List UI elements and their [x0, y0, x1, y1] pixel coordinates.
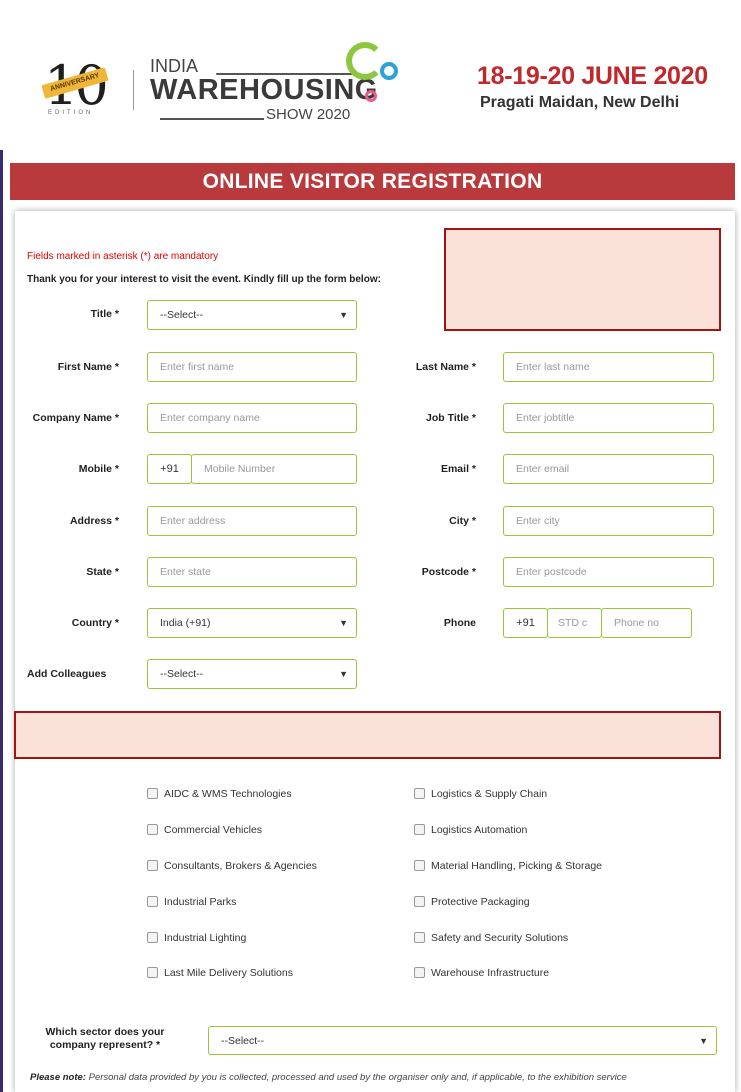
interest-item[interactable]: Commercial Vehicles: [147, 824, 262, 837]
checkbox-icon[interactable]: [147, 932, 158, 943]
state-input[interactable]: Enter state: [147, 557, 357, 587]
colleagues-select-value: --Select--: [160, 668, 204, 680]
pink-gear-icon: [365, 90, 377, 102]
address-input[interactable]: Enter address: [147, 506, 357, 536]
checkbox-icon[interactable]: [414, 824, 425, 835]
green-gear-icon: [346, 42, 384, 80]
sector-label-line2: company represent? *: [49, 1039, 161, 1051]
privacy-note: Please note: Personal data provided by y…: [30, 1072, 720, 1084]
country-label: Country *: [71, 617, 119, 629]
redacted-box-middle: [14, 711, 721, 759]
brand-line3: SHOW 2020: [266, 106, 351, 123]
last-name-input[interactable]: Enter last name: [503, 352, 714, 382]
interest-item[interactable]: Logistics & Supply Chain: [414, 788, 547, 801]
checkbox-icon[interactable]: [147, 967, 158, 978]
checkbox-icon[interactable]: [147, 896, 158, 907]
interest-item[interactable]: Last Mile Delivery Solutions: [147, 967, 293, 980]
interest-item[interactable]: Safety and Security Solutions: [414, 932, 568, 945]
checkbox-icon[interactable]: [147, 788, 158, 799]
city-input[interactable]: Enter city: [503, 506, 714, 536]
privacy-note-bold: Please note:: [30, 1072, 86, 1083]
job-title-label: Job Title *: [426, 412, 476, 424]
job-title-input[interactable]: Enter jobtitle: [503, 403, 714, 433]
company-label: Company Name *: [32, 412, 119, 424]
sector-label: Which sector does your company represent…: [30, 1026, 180, 1052]
postcode-label: Postcode *: [421, 566, 476, 578]
brand-line2: WAREHOUSING: [150, 74, 378, 106]
form-intro: Thank you for your interest to visit the…: [27, 274, 381, 285]
phone-std-input[interactable]: STD c: [547, 608, 602, 638]
checkbox-icon[interactable]: [414, 860, 425, 871]
interest-item[interactable]: Protective Packaging: [414, 896, 530, 909]
left-edge-bar: [0, 0, 3, 1092]
interest-item[interactable]: Consultants, Brokers & Agencies: [147, 860, 317, 873]
phone-country-code: +91: [503, 608, 548, 638]
registration-form: [15, 211, 735, 1092]
registration-banner: ONLINE VISITOR REGISTRATION: [10, 163, 735, 200]
chevron-down-icon: ▼: [339, 669, 348, 679]
interest-item[interactable]: Warehouse Infrastructure: [414, 967, 549, 980]
event-dates: 18-19-20 JUNE 2020: [477, 62, 708, 90]
page-header: 10 ANNIVERSARY EDITION INDIA WAREHOUSING…: [0, 0, 741, 150]
postcode-input[interactable]: Enter postcode: [503, 557, 714, 587]
title-select[interactable]: --Select-- ▼: [147, 300, 357, 330]
mobile-country-code: +91: [147, 454, 192, 484]
privacy-note-text: Personal data provided by you is collect…: [88, 1072, 627, 1083]
chevron-down-icon: ▼: [339, 310, 348, 320]
checkbox-icon[interactable]: [147, 824, 158, 835]
email-input[interactable]: Enter email: [503, 454, 714, 484]
colleagues-select[interactable]: --Select-- ▼: [147, 659, 357, 689]
phone-number-input[interactable]: Phone no: [601, 608, 692, 638]
checkbox-icon[interactable]: [414, 967, 425, 978]
interest-item[interactable]: AIDC & WMS Technologies: [147, 788, 292, 801]
interest-item[interactable]: Logistics Automation: [414, 824, 527, 837]
state-label: State *: [86, 566, 119, 578]
checkbox-icon[interactable]: [414, 932, 425, 943]
sector-select-value: --Select--: [221, 1035, 265, 1047]
last-name-label: Last Name *: [415, 361, 476, 373]
blue-gear-icon: [380, 62, 398, 80]
interest-item[interactable]: Material Handling, Picking & Storage: [414, 860, 602, 873]
colleagues-label: Add Colleagues: [27, 668, 107, 680]
address-label: Address *: [69, 515, 119, 527]
checkbox-icon[interactable]: [414, 788, 425, 799]
email-label: Email *: [440, 463, 476, 475]
redacted-box-top: [444, 228, 721, 331]
logo-edition: EDITION: [48, 110, 94, 116]
anniversary-logo: 10 ANNIVERSARY EDITION: [40, 54, 115, 122]
mobile-input[interactable]: Mobile Number: [191, 454, 357, 484]
first-name-input[interactable]: Enter first name: [147, 352, 357, 382]
brand-show-decor: [160, 118, 264, 120]
title-select-value: --Select--: [160, 309, 204, 321]
chevron-down-icon: ▼: [339, 618, 348, 628]
event-venue: Pragati Maidan, New Delhi: [480, 94, 680, 111]
first-name-label: First Name *: [57, 361, 119, 373]
checkbox-icon[interactable]: [414, 896, 425, 907]
company-input[interactable]: Enter company name: [147, 403, 357, 433]
country-select[interactable]: India (+91) ▼: [147, 608, 357, 638]
city-label: City *: [449, 515, 476, 527]
country-select-value: India (+91): [160, 617, 211, 629]
mobile-label: Mobile *: [78, 463, 119, 475]
sector-label-line1: Which sector does your: [45, 1026, 165, 1038]
title-label: Title *: [90, 308, 119, 320]
chevron-down-icon: ▼: [699, 1036, 708, 1046]
logo-divider: [133, 70, 134, 110]
brand-logo: INDIA WAREHOUSING SHOW 2020: [150, 42, 420, 131]
mandatory-note: Fields marked in asterisk (*) are mandat…: [27, 251, 219, 262]
interest-item[interactable]: Industrial Lighting: [147, 932, 246, 945]
sector-select[interactable]: --Select-- ▼: [208, 1026, 717, 1055]
checkbox-icon[interactable]: [147, 860, 158, 871]
interest-item[interactable]: Industrial Parks: [147, 896, 236, 909]
phone-label: Phone: [443, 617, 476, 629]
